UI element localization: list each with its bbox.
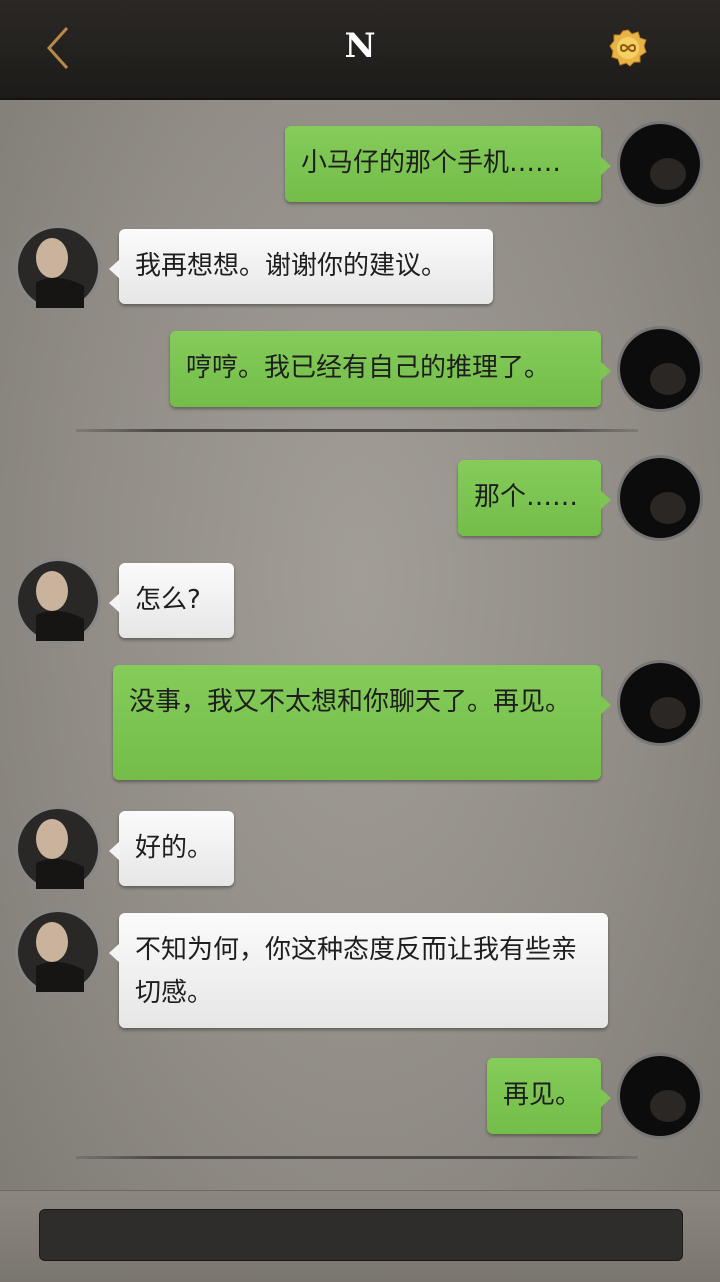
my-avatar[interactable] (616, 659, 704, 747)
message-text: 再见。 (503, 1080, 582, 1110)
message-input[interactable] (39, 1209, 683, 1261)
coin-button[interactable] (609, 29, 647, 67)
message-bubble-incoming: 好的。 (109, 811, 234, 886)
contact-avatar[interactable] (14, 224, 102, 312)
contact-avatar[interactable] (14, 557, 102, 645)
infinity-coin-icon (609, 29, 647, 67)
message-bubble-outgoing: 小马仔的那个手机…… (285, 126, 611, 202)
contact-avatar[interactable] (14, 805, 102, 893)
message-text: 不知为何，你这种态度反而让我有些亲切感。 (135, 935, 578, 1008)
message-text: 哼哼。我已经有自己的推理了。 (186, 353, 551, 383)
message-bubble-outgoing: 再见。 (487, 1058, 611, 1134)
top-bar: N (0, 0, 720, 100)
my-avatar[interactable] (616, 120, 704, 208)
message-bubble-incoming: 不知为何，你这种态度反而让我有些亲切感。 (109, 913, 608, 1028)
message-text: 小马仔的那个手机…… (301, 148, 562, 178)
message-bubble-outgoing: 哼哼。我已经有自己的推理了。 (170, 331, 611, 407)
message-bubble-incoming: 怎么? (109, 563, 234, 638)
section-divider (76, 429, 638, 432)
message-bubble-outgoing: 那个…… (458, 460, 611, 536)
input-bar (0, 1190, 720, 1282)
my-avatar[interactable] (616, 325, 704, 413)
my-avatar[interactable] (616, 454, 704, 542)
message-text: 我再想想。谢谢你的建议。 (135, 251, 448, 281)
message-text: 那个…… (474, 482, 579, 512)
contact-avatar[interactable] (14, 908, 102, 996)
section-divider (76, 1156, 638, 1159)
message-bubble-outgoing: 没事，我又不太想和你聊天了。再见。 (113, 665, 611, 780)
my-avatar[interactable] (616, 1052, 704, 1140)
message-text: 没事，我又不太想和你聊天了。再见。 (129, 687, 572, 717)
message-text: 怎么? (135, 585, 201, 615)
message-text: 好的。 (135, 833, 214, 863)
message-bubble-incoming: 我再想想。谢谢你的建议。 (109, 229, 493, 304)
